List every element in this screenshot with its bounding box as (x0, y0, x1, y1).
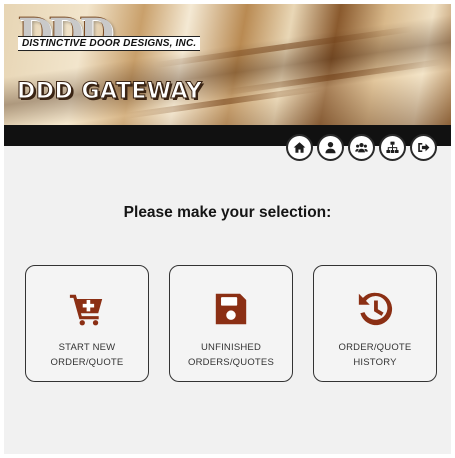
sitemap-icon (386, 141, 399, 154)
unfinished-orders-card[interactable]: UNFINISHED ORDERS/QUOTES (169, 265, 293, 382)
sign-out-icon (418, 143, 430, 152)
home-button[interactable] (286, 134, 313, 161)
card-label-line1: START NEW (58, 342, 116, 353)
history-icon (356, 290, 394, 328)
home-icon (293, 142, 306, 153)
users-button[interactable] (348, 134, 375, 161)
company-name: DISTINCTIVE DOOR DESIGNS, INC. (18, 36, 201, 51)
user-icon (325, 141, 336, 154)
start-new-order-card[interactable]: START NEW ORDER/QUOTE (25, 265, 149, 382)
card-label-line2: HISTORY (353, 357, 397, 368)
sign-out-button[interactable] (410, 134, 437, 161)
selection-prompt: Please make your selection: (123, 204, 332, 221)
save-icon (212, 290, 250, 328)
order-quote-history-card[interactable]: ORDER/QUOTE HISTORY (313, 265, 437, 382)
cart-plus-icon (68, 290, 106, 328)
users-icon (355, 142, 368, 153)
card-label-line2: ORDER/QUOTE (50, 357, 124, 368)
app-title: DDD GATEWAY (17, 79, 203, 105)
user-button[interactable] (317, 134, 344, 161)
nav-toolbar (286, 134, 437, 161)
header-banner: DDD DISTINCTIVE DOOR DESIGNS, INC. DDD G… (4, 4, 451, 125)
card-label-line1: UNFINISHED (200, 342, 262, 353)
card-label-line1: ORDER/QUOTE (338, 342, 412, 353)
sitemap-button[interactable] (379, 134, 406, 161)
app-frame: DDD DISTINCTIVE DOOR DESIGNS, INC. DDD G… (4, 4, 451, 454)
card-label-line2: ORDERS/QUOTES (188, 357, 274, 368)
